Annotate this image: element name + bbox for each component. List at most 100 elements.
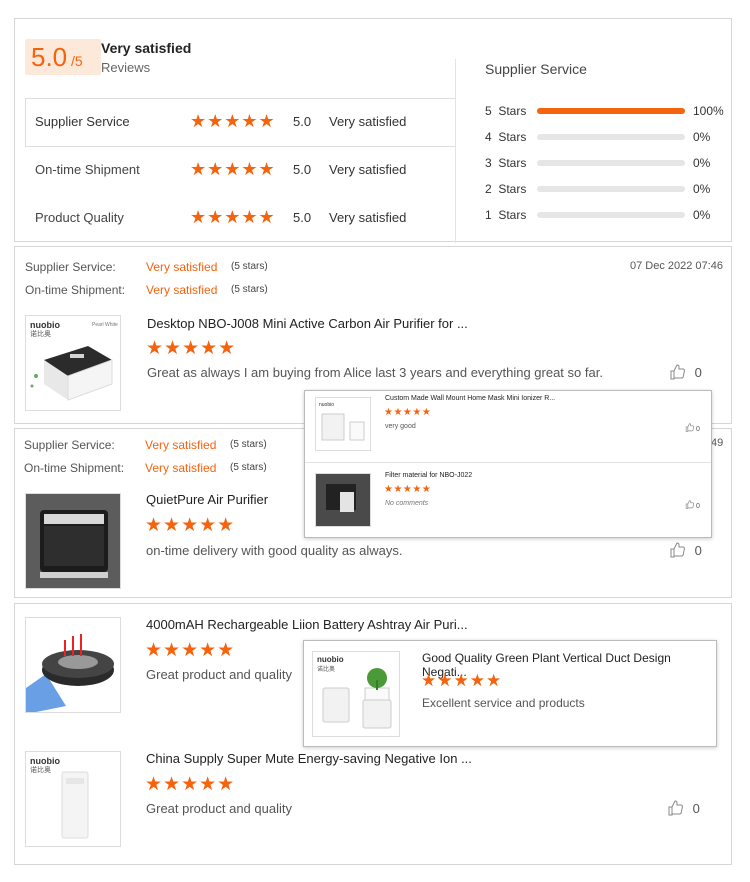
product-thumbnail[interactable]: nuobio bbox=[315, 397, 371, 451]
product-thumbnail[interactable]: nuobio 诺比奥 Pearl White bbox=[25, 315, 121, 411]
overall-score-denominator: /5 bbox=[71, 53, 83, 69]
dist-label: 1 Stars bbox=[485, 208, 527, 222]
dist-bar bbox=[537, 212, 685, 218]
dist-label: 4 Stars bbox=[485, 130, 527, 144]
supplier-service-stars: (5 stars) bbox=[230, 439, 267, 450]
review-text: Great product and quality bbox=[146, 667, 292, 682]
review-text: Great product and quality bbox=[146, 801, 292, 816]
like-button[interactable]: 0 bbox=[685, 423, 700, 433]
supplier-service-label: Supplier Service: bbox=[24, 438, 115, 452]
thumbs-up-icon bbox=[670, 542, 685, 558]
like-count: 0 bbox=[695, 503, 700, 510]
overall-score-badge: 5.0 /5 bbox=[25, 39, 101, 75]
thumbs-up-icon bbox=[685, 500, 695, 509]
supplier-service-stars: (5 stars) bbox=[231, 261, 268, 272]
divider bbox=[25, 146, 455, 147]
star-rating-icon: ★★★★★ bbox=[145, 640, 236, 661]
like-count: 0 bbox=[695, 426, 700, 433]
dist-pct: 0% bbox=[693, 156, 711, 170]
shipment-label: On-time Shipment: bbox=[24, 461, 125, 475]
dist-bar bbox=[537, 134, 685, 140]
star-rating-icon: ★★★★★ bbox=[190, 207, 276, 227]
distribution-title: Supplier Service bbox=[485, 61, 587, 77]
wall-mount-ionizer-image: nuobio bbox=[319, 402, 365, 441]
like-button[interactable]: 0 bbox=[669, 542, 702, 558]
star-rating-icon: ★★★★★ bbox=[421, 671, 503, 690]
related-product-title-link[interactable]: Filter material for NBO-J022 bbox=[385, 472, 472, 479]
dist-label: 2 Stars bbox=[485, 182, 527, 196]
product-thumbnail[interactable] bbox=[25, 617, 121, 713]
product-thumbnail[interactable] bbox=[315, 473, 371, 527]
star-rating-icon: ★★★★★ bbox=[146, 338, 237, 359]
supplier-service-value: Very satisfied bbox=[145, 438, 217, 452]
rating-row-score: 5.0 bbox=[293, 114, 312, 129]
dist-bar bbox=[537, 186, 685, 192]
supplier-service-label: Supplier Service: bbox=[25, 260, 116, 274]
review-date: 49 bbox=[711, 437, 724, 449]
related-review-text: No comments bbox=[385, 500, 429, 507]
dist-bar bbox=[537, 108, 685, 114]
supplier-service-value: Very satisfied bbox=[146, 260, 218, 274]
thumbs-up-icon bbox=[668, 800, 683, 816]
cube-purifier-image bbox=[26, 494, 120, 588]
shipment-value: Very satisfied bbox=[145, 461, 217, 475]
like-button[interactable]: 0 bbox=[669, 364, 702, 380]
related-products-popup: nuobio Custom Made Wall Mount Home Mask … bbox=[304, 390, 712, 538]
shipment-stars: (5 stars) bbox=[230, 462, 267, 473]
product-thumbnail[interactable]: nuobio 诺比奥 bbox=[312, 651, 400, 737]
like-button[interactable]: 0 bbox=[667, 800, 700, 816]
product-thumbnail[interactable] bbox=[25, 493, 121, 589]
related-review-text: Excellent service and products bbox=[422, 696, 585, 710]
dist-pct: 0% bbox=[693, 182, 711, 196]
product-title-link[interactable]: Desktop NBO-J008 Mini Active Carbon Air … bbox=[147, 316, 468, 331]
star-rating-icon: ★★★★★ bbox=[190, 111, 276, 131]
divider bbox=[305, 462, 711, 463]
dist-label: 3 Stars bbox=[485, 156, 527, 170]
product-thumbnail[interactable]: nuobio 诺比奥 bbox=[25, 751, 121, 847]
dist-pct: 100% bbox=[693, 104, 724, 118]
review-text: Great as always I am buying from Alice l… bbox=[147, 365, 603, 380]
related-review-text: very good bbox=[385, 423, 416, 430]
vertical-divider bbox=[455, 59, 456, 243]
review-text: on-time delivery with good quality as al… bbox=[146, 543, 403, 558]
like-count: 0 bbox=[692, 801, 700, 816]
star-rating-icon: ★★★★★ bbox=[145, 515, 236, 536]
star-rating-icon: ★★★★★ bbox=[384, 407, 432, 418]
star-rating-icon: ★★★★★ bbox=[190, 159, 276, 179]
dist-bar-fill bbox=[537, 108, 685, 114]
shipment-label: On-time Shipment: bbox=[25, 283, 126, 297]
thumbs-up-icon bbox=[685, 423, 695, 432]
rating-row-status: Very satisfied bbox=[329, 114, 407, 129]
product-title-link[interactable]: 4000mAH Rechargeable Liion Battery Ashtr… bbox=[146, 617, 468, 632]
filter-material-image bbox=[316, 474, 370, 526]
rating-row-status: Very satisfied bbox=[329, 210, 407, 225]
rating-summary-panel: 5.0 /5 Very satisfied Reviews Supplier S… bbox=[14, 18, 732, 243]
rating-row-label: Product Quality bbox=[35, 210, 124, 225]
overall-label: Very satisfied bbox=[101, 40, 192, 56]
related-product-popup: nuobio 诺比奥 Good Quality Green Plant Vert… bbox=[303, 640, 717, 747]
product-title-link[interactable]: QuietPure Air Purifier bbox=[146, 492, 268, 507]
rating-row-label: Supplier Service bbox=[35, 114, 130, 129]
shipment-stars: (5 stars) bbox=[231, 284, 268, 295]
dist-bar bbox=[537, 160, 685, 166]
reviews-label: Reviews bbox=[101, 60, 151, 75]
star-rating-icon: ★★★★★ bbox=[145, 774, 236, 795]
related-product-title-link[interactable]: Custom Made Wall Mount Home Mask Mini Io… bbox=[385, 395, 555, 402]
tower-purifier-image bbox=[61, 771, 89, 839]
star-rating-icon: ★★★★★ bbox=[384, 484, 432, 495]
divider bbox=[25, 98, 455, 99]
product-title-link[interactable]: China Supply Super Mute Energy-saving Ne… bbox=[146, 751, 472, 766]
rating-row-score: 5.0 bbox=[293, 210, 312, 225]
like-button[interactable]: 0 bbox=[685, 500, 700, 510]
like-count: 0 bbox=[694, 543, 702, 558]
rating-row-label: On-time Shipment bbox=[35, 162, 140, 177]
svg-text:nuobio: nuobio bbox=[319, 402, 334, 408]
like-count: 0 bbox=[694, 365, 702, 380]
ashtray-purifier-image bbox=[26, 634, 114, 712]
dist-pct: 0% bbox=[693, 208, 711, 222]
dist-label: 5 Stars bbox=[485, 104, 527, 118]
divider bbox=[25, 98, 26, 146]
review-date: 07 Dec 2022 07:46 bbox=[630, 260, 723, 272]
thumbs-up-icon bbox=[670, 364, 685, 380]
rating-row-status: Very satisfied bbox=[329, 162, 407, 177]
